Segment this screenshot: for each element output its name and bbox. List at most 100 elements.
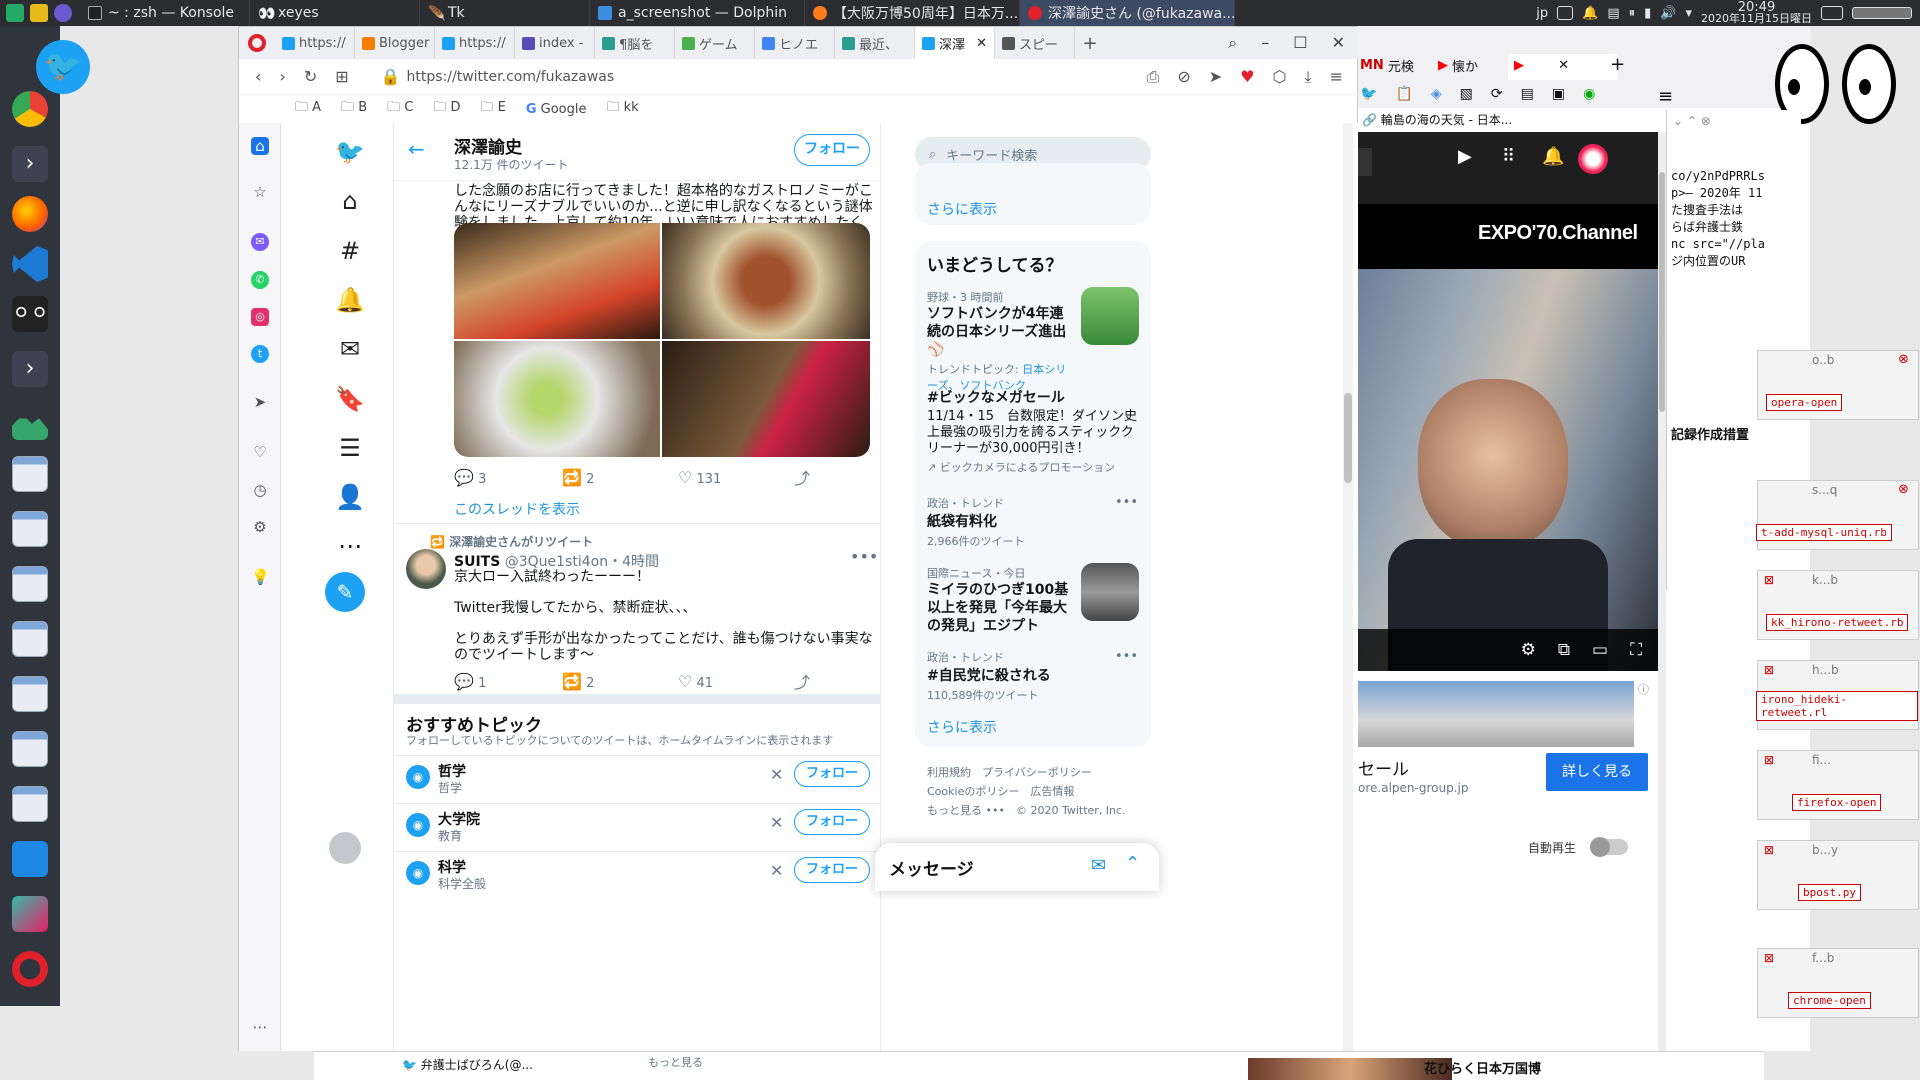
bookmark-icon[interactable]: 🔖 (335, 384, 365, 414)
more-icon[interactable]: ⋯ (335, 531, 365, 561)
bookmark-folder-e[interactable]: 🗀 E (480, 98, 505, 120)
avatar[interactable] (406, 549, 446, 589)
window-icon[interactable] (12, 786, 48, 822)
retweet-button[interactable]: 🔁 2 (562, 672, 678, 691)
history-icon[interactable]: ◷ (251, 481, 269, 499)
show-thread-link[interactable]: このスレッドを表示 (454, 499, 580, 519)
window-icon[interactable] (12, 511, 48, 547)
send-icon[interactable]: ➤ (1209, 67, 1222, 87)
launcher-note[interactable]: s...q ⊗ t-add-mysql-uniq.rb (1756, 480, 1919, 550)
bookmark-folder-kk[interactable]: 🗀 kk (607, 98, 639, 120)
launcher-note[interactable]: o..b ⊗ opera-open (1757, 350, 1919, 420)
task-firefox[interactable]: 【大阪万博50周年】日本万... (805, 0, 1020, 26)
tab-4[interactable]: index - (515, 27, 595, 59)
tweet-author[interactable]: SUITS @3Que1sti4on・4時間 (454, 551, 659, 571)
download-icon[interactable]: ⤓ (1305, 67, 1312, 87)
tab-active[interactable]: 深澤 ✕ (915, 27, 995, 59)
dismiss-topic-icon[interactable]: ✕ (770, 813, 783, 832)
task-konsole[interactable]: ~ : zsh — Konsole (80, 0, 250, 26)
explore-icon[interactable]: # (335, 236, 365, 266)
reply-button[interactable]: 💬 1 (454, 672, 562, 691)
profile-icon[interactable]: 👤 (335, 482, 365, 512)
eyes-icon[interactable]: ⚪⚪ (12, 296, 49, 332)
vscode-icon[interactable] (12, 246, 48, 282)
photo-bowl[interactable] (454, 341, 660, 457)
avatar[interactable] (329, 832, 361, 864)
tips-icon[interactable]: 💡 (251, 568, 270, 586)
tab-7[interactable]: ヒノエ (755, 27, 835, 59)
new-tab-button[interactable]: + (1075, 33, 1105, 54)
window-icon[interactable] (12, 566, 48, 602)
clock[interactable]: 20:49 2020年11月15日曜日 (1701, 1, 1812, 24)
launcher-note[interactable]: ⊠ fi... firefox-open (1757, 750, 1919, 820)
window-icon[interactable] (12, 731, 48, 767)
new-tab-button[interactable]: + (1610, 54, 1625, 75)
back-icon[interactable]: ‹ (255, 67, 261, 86)
video-thumbnail[interactable] (1248, 1058, 1452, 1080)
messages-drawer[interactable]: メッセージ ✉ ⌃ (875, 843, 1159, 891)
tab-6[interactable]: ゲーム (675, 27, 755, 59)
new-message-icon[interactable]: ✉ (1091, 855, 1106, 876)
task-xeyes[interactable]: 👀 xeyes (250, 0, 420, 26)
twitter-icon[interactable]: t (251, 345, 269, 363)
tweet-photo-grid[interactable] (454, 223, 870, 457)
close-icon[interactable]: ⊠ (1764, 951, 1774, 965)
messenger-icon[interactable]: ✉ (251, 233, 269, 251)
scrollbar[interactable] (1658, 132, 1666, 1051)
retweet-button[interactable]: 🔁 2 (562, 468, 678, 487)
chrome-icon[interactable] (12, 91, 48, 127)
task-tk[interactable]: 🪶 Tk (420, 0, 590, 26)
photo-dessert[interactable] (454, 223, 660, 339)
opera-icon[interactable] (12, 951, 48, 987)
tab-1[interactable]: https:// (275, 27, 355, 59)
volume-icon[interactable]: 🔊 (1660, 6, 1676, 21)
firefox-icon[interactable] (12, 196, 48, 232)
chevron-icon[interactable]: ⌄ ⌃ ⊗ (1673, 114, 1711, 128)
back-arrow-icon[interactable]: ← (408, 137, 425, 161)
home-icon[interactable]: ⌂ (335, 186, 365, 216)
more-icon[interactable]: ⋯ (251, 1018, 269, 1036)
speed-dial-icon[interactable]: ⊞ (335, 67, 348, 86)
camera-icon[interactable]: ⎙ (1147, 67, 1160, 87)
follow-button[interactable]: フォロー (794, 134, 870, 166)
minimize-icon[interactable]: – (1261, 33, 1269, 53)
emacs-icon[interactable] (54, 4, 72, 22)
show-more-link[interactable]: さらに表示 (927, 717, 997, 737)
dismiss-topic-icon[interactable]: ✕ (770, 861, 783, 880)
close-icon[interactable]: ⊠ (1764, 843, 1774, 857)
autoplay-toggle[interactable] (1590, 837, 1628, 857)
pause-icon[interactable]: ⏸ (1629, 6, 1636, 21)
opera-menu-icon[interactable] (239, 27, 275, 59)
heart-icon[interactable]: ♡ (251, 443, 269, 461)
background-show-more[interactable]: もっと見る (648, 1054, 703, 1070)
like-button[interactable]: ♡ 131 (678, 468, 794, 487)
trend-thumbnail[interactable] (1081, 563, 1139, 621)
like-button[interactable]: ♡ 41 (678, 672, 794, 691)
system-monitor-icon[interactable] (12, 414, 48, 440)
close-icon[interactable]: ⊠ (1764, 573, 1774, 587)
instagram-icon[interactable]: ◎ (251, 308, 269, 326)
clipboard-icon[interactable]: 📋 (1395, 86, 1412, 102)
extension-icon[interactable]: ▧ (1460, 86, 1473, 102)
whatsapp-icon[interactable]: ✆ (251, 271, 269, 289)
apps-icon[interactable]: ⠿ (1502, 146, 1515, 167)
create-video-icon[interactable]: ▶ (1458, 146, 1472, 167)
topic-row[interactable]: ◉ 哲学 哲学 ✕ フォロー (394, 757, 880, 803)
close-icon[interactable]: ⊠ (1764, 753, 1774, 767)
fullscreen-icon[interactable]: ⛶ (1630, 640, 1642, 660)
bookmark-google[interactable]: G Google (526, 102, 587, 117)
heart-icon[interactable]: ♥ (1240, 67, 1254, 87)
close-tab-icon[interactable]: ✕ (976, 36, 987, 51)
clipboard-icon[interactable]: ▤ (1607, 6, 1619, 21)
menu-icon[interactable]: ≡ (1658, 86, 1673, 107)
settings-icon[interactable]: ⚙ (251, 518, 269, 536)
window-icon[interactable] (12, 456, 48, 492)
battery-icon[interactable]: ▮ (1644, 6, 1651, 21)
tab-3[interactable]: https:// (435, 27, 515, 59)
keyboard-icon[interactable] (1557, 6, 1574, 20)
tab-10[interactable]: スピー (995, 27, 1075, 59)
bookmark-folder-c[interactable]: 🗀 C (387, 98, 413, 120)
info-icon[interactable]: ⓘ (1638, 681, 1649, 697)
topic-row[interactable]: ◉ 科学 科学全般 ✕ フォロー (394, 853, 880, 899)
video-player[interactable]: ⚙ ⧉ ▭ ⛶ (1358, 269, 1658, 679)
